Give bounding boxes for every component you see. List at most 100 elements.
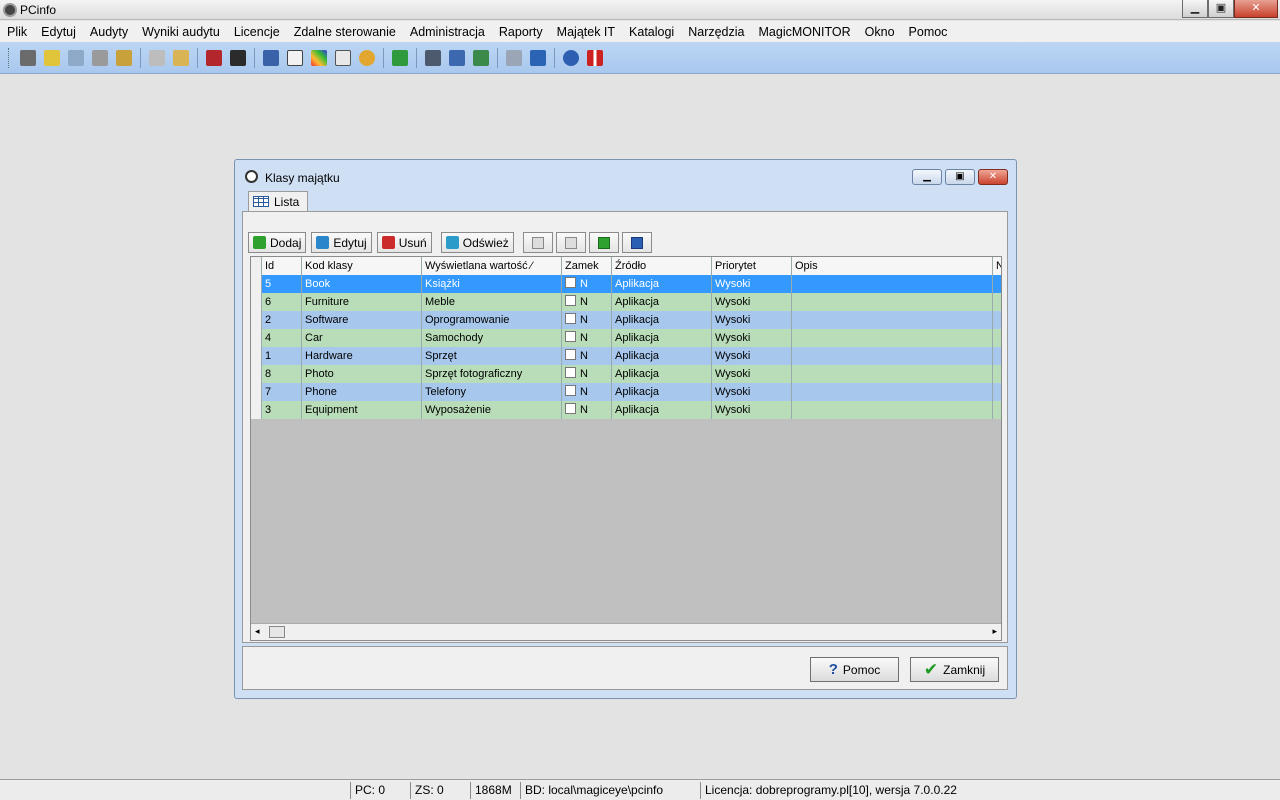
cell-n[interactable] [993,347,1001,365]
table-row[interactable]: 7 Phone Telefony N Aplikacja Wysoki [251,383,1001,401]
cell-lock[interactable]: N [562,275,612,293]
table-row[interactable]: 5 Book Książki N Aplikacja Wysoki [251,275,1001,293]
menu-katalogi[interactable]: Katalogi [629,25,674,39]
audit-icon[interactable] [68,49,84,66]
cell-desc[interactable] [792,383,993,401]
palette-icon[interactable] [311,49,327,66]
cell-code[interactable]: Car [302,329,422,347]
cell-lock[interactable]: N [562,293,612,311]
cell-display[interactable]: Meble [422,293,562,311]
doc-icon[interactable] [530,49,546,66]
tab-lista[interactable]: Lista [248,191,308,211]
cell-priority[interactable]: Wysoki [712,311,792,329]
lock-checkbox[interactable] [565,349,576,360]
column-header-desc[interactable]: Opis [792,257,993,275]
cell-priority[interactable]: Wysoki [712,383,792,401]
upload-icon[interactable] [44,49,60,66]
cell-n[interactable] [993,401,1001,419]
row-indicator[interactable] [251,293,262,311]
menu-wyniki-audytu[interactable]: Wyniki audytu [142,25,220,39]
row-indicator[interactable] [251,401,262,419]
network-icon[interactable] [425,49,441,66]
cell-id[interactable]: 1 [262,347,302,365]
menu-narzedzia[interactable]: Narzędzia [688,25,744,39]
cell-source[interactable]: Aplikacja [612,329,712,347]
cell-lock[interactable]: N [562,311,612,329]
cell-priority[interactable]: Wysoki [712,347,792,365]
cell-lock[interactable]: N [562,347,612,365]
lock-checkbox[interactable] [565,403,576,414]
cell-desc[interactable] [792,275,993,293]
menu-magicmonitor[interactable]: MagicMONITOR [759,25,851,39]
cell-id[interactable]: 4 [262,329,302,347]
table-row[interactable]: 4 Car Samochody N Aplikacja Wysoki [251,329,1001,347]
child-close-button[interactable]: ✕ [978,169,1008,185]
scroll-right-icon[interactable]: ▸ [992,626,997,637]
cell-code[interactable]: Book [302,275,422,293]
cell-priority[interactable]: Wysoki [712,365,792,383]
cell-display[interactable]: Telefony [422,383,562,401]
window-icon[interactable] [287,49,303,66]
cell-id[interactable]: 7 [262,383,302,401]
cell-display[interactable]: Oprogramowanie [422,311,562,329]
folder-icon[interactable] [506,49,522,66]
printer-icon[interactable] [149,49,165,66]
close-dialog-button[interactable]: ✔ Zamknij [910,657,999,682]
refresh-button[interactable]: Odśwież [440,232,514,253]
search-icon[interactable] [92,49,108,66]
cell-priority[interactable]: Wysoki [712,293,792,311]
cell-source[interactable]: Aplikacja [612,275,712,293]
cell-display[interactable]: Sprzęt fotograficzny [422,365,562,383]
next-record-button[interactable] [588,232,619,253]
lock-checkbox[interactable] [565,331,576,342]
scroll-thumb[interactable] [269,626,285,638]
cell-code[interactable]: Software [302,311,422,329]
table-row[interactable]: 8 Photo Sprzęt fotograficzny N Aplikacja Wyso… [251,365,1001,383]
cell-n[interactable] [993,365,1001,383]
building-icon[interactable] [263,49,279,66]
menu-okno[interactable]: Okno [865,25,895,39]
cell-display[interactable]: Książki [422,275,562,293]
cell-lock[interactable]: N [562,383,612,401]
list-icon[interactable] [335,49,351,66]
column-header-id[interactable]: Id [262,257,302,275]
toolbar-grip[interactable] [8,47,12,68]
cell-code[interactable]: Photo [302,365,422,383]
last-record-button[interactable] [621,232,652,253]
menu-raporty[interactable]: Raporty [499,25,543,39]
column-header-lock[interactable]: Zamek [562,257,612,275]
help-button[interactable]: ? Pomoc [810,657,899,682]
wand-icon[interactable] [116,49,132,66]
cell-code[interactable]: Phone [302,383,422,401]
cell-priority[interactable]: Wysoki [712,275,792,293]
child-minimize-button[interactable]: ▁ [912,169,942,185]
cell-n[interactable] [993,383,1001,401]
scroll-left-icon[interactable]: ◂ [255,626,260,637]
menu-licencje[interactable]: Licencje [234,25,280,39]
menu-majatek-it[interactable]: Majątek IT [557,25,615,39]
table-row[interactable]: 3 Equipment Wyposażenie N Aplikacja Wysoki [251,401,1001,419]
column-header-display[interactable]: Wyświetlana wartość ⁄ [422,257,562,275]
lock-checkbox[interactable] [565,295,576,306]
cell-desc[interactable] [792,311,993,329]
menu-pomoc[interactable]: Pomoc [909,25,948,39]
maximize-button[interactable]: ▣ [1208,0,1234,18]
row-indicator[interactable] [251,365,262,383]
prev-record-button[interactable] [555,232,586,253]
row-indicator[interactable] [251,311,262,329]
child-titlebar[interactable]: Klasy majątku ▁ ▣ ✕ [235,160,1016,188]
first-record-button[interactable] [522,232,553,253]
computers-alt-icon[interactable] [473,49,489,66]
cell-source[interactable]: Aplikacja [612,383,712,401]
cell-source[interactable]: Aplikacja [612,347,712,365]
uk-flag-icon[interactable] [587,49,603,66]
menu-edytuj[interactable]: Edytuj [41,25,76,39]
menu-audyty[interactable]: Audyty [90,25,128,39]
computers-icon[interactable] [449,49,465,66]
menu-plik[interactable]: Plik [7,25,27,39]
money-icon[interactable] [392,49,408,66]
cell-display[interactable]: Samochody [422,329,562,347]
cell-lock[interactable]: N [562,401,612,419]
cell-id[interactable]: 5 [262,275,302,293]
lock-checkbox[interactable] [565,367,576,378]
